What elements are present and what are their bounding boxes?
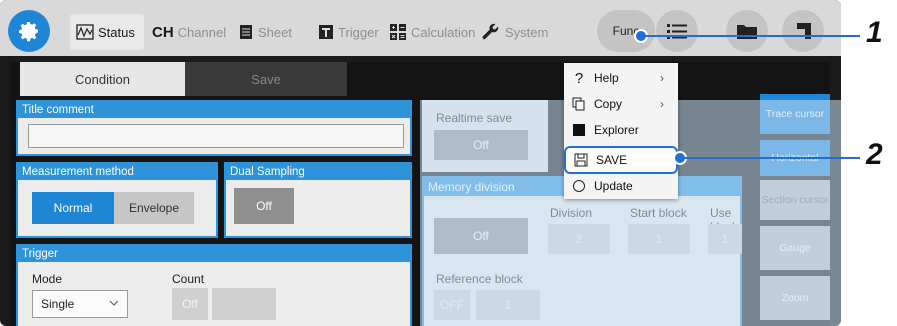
callout-lines — [634, 29, 860, 165]
callout-number-1: 1 — [866, 16, 883, 49]
callout-number-2: 2 — [866, 138, 883, 171]
